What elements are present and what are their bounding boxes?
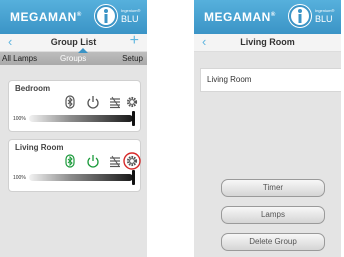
brightness-label: 100%	[13, 116, 26, 122]
app-header: MEGAMAN® Ingenium® BLU	[194, 0, 341, 34]
ingenium-label: Ingenium®	[121, 8, 141, 13]
sliders-icon[interactable]	[108, 154, 122, 168]
group-name: Bedroom	[15, 84, 51, 93]
delete-group-button[interactable]: Delete Group	[221, 233, 325, 251]
power-icon[interactable]	[86, 154, 100, 168]
group-card-bedroom[interactable]: Bedroom 100%	[8, 80, 141, 132]
gear-icon[interactable]	[123, 152, 141, 170]
ingenium-label: Ingenium®	[315, 8, 335, 13]
group-name-field[interactable]: Living Room	[200, 68, 341, 92]
nav-bar: ‹ Group List +	[0, 33, 147, 52]
gear-icon[interactable]	[125, 95, 139, 109]
group-list-screen: MEGAMAN® Ingenium® BLU ‹ Group List + Al…	[0, 0, 147, 257]
slider-handle[interactable]	[132, 111, 135, 126]
bluetooth-icon[interactable]	[63, 154, 77, 168]
brightness-label: 100%	[13, 175, 26, 181]
brightness-slider[interactable]	[29, 170, 135, 185]
tab-setup[interactable]: Setup	[122, 54, 143, 63]
group-name: Living Room	[15, 143, 64, 152]
power-icon[interactable]	[86, 95, 100, 109]
app-header: MEGAMAN® Ingenium® BLU	[0, 0, 147, 34]
nav-bar: ‹ Living Room	[194, 34, 341, 52]
sliders-icon[interactable]	[108, 95, 122, 109]
blu-label: BLU	[121, 14, 139, 24]
slider-handle[interactable]	[132, 170, 135, 185]
tab-groups[interactable]: Groups	[60, 54, 86, 63]
active-tab-indicator	[78, 48, 88, 53]
ingenium-logo-icon	[288, 4, 312, 28]
group-detail-screen: MEGAMAN® Ingenium® BLU ‹ Living Room Liv…	[194, 0, 341, 257]
bluetooth-icon[interactable]	[63, 95, 77, 109]
ingenium-logo-icon	[94, 4, 118, 28]
page-title: Group List	[50, 37, 97, 47]
group-name-value: Living Room	[207, 75, 252, 84]
add-group-button[interactable]: +	[130, 33, 139, 49]
blu-label: BLU	[315, 14, 333, 24]
page-title: Living Room	[240, 37, 295, 47]
tab-bar: All Lamps Groups Setup	[0, 48, 147, 65]
timer-button[interactable]: Timer	[221, 179, 325, 197]
brand-logo: MEGAMAN®	[10, 10, 82, 24]
group-card-living-room[interactable]: Living Room 100%	[8, 139, 141, 192]
lamps-button[interactable]: Lamps	[221, 206, 325, 224]
brightness-slider[interactable]	[29, 111, 135, 126]
brand-logo: MEGAMAN®	[204, 10, 276, 24]
tab-all-lamps[interactable]: All Lamps	[2, 54, 37, 63]
